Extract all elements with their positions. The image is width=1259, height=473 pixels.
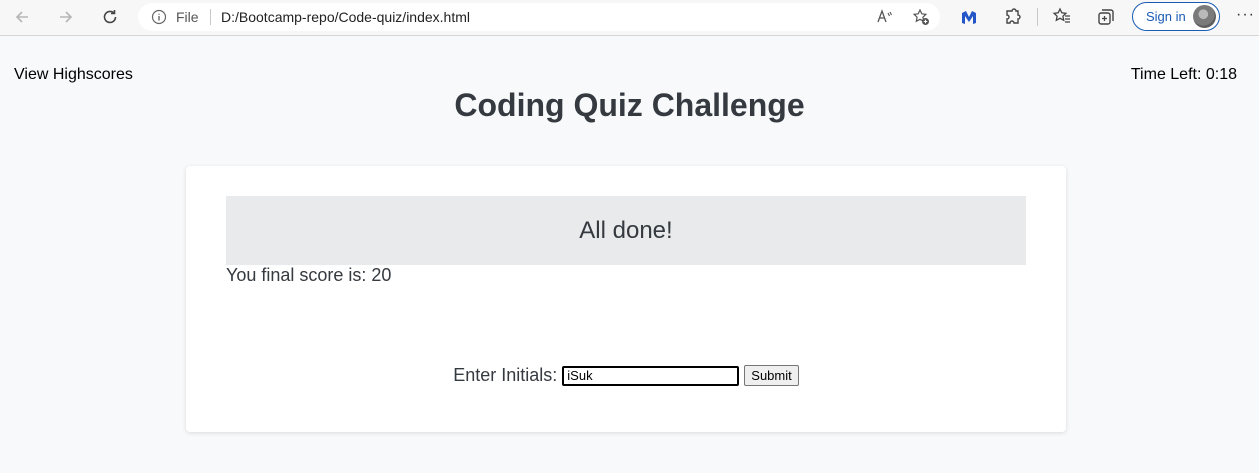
submit-button[interactable]: Submit [744, 365, 799, 386]
add-favorite-icon[interactable] [912, 8, 930, 26]
favorites-icon[interactable] [1052, 7, 1072, 27]
browser-toolbar: File D:/Bootcamp-repo/Code-quiz/index.ht… [0, 0, 1259, 36]
collections-icon[interactable] [1096, 7, 1116, 27]
refresh-button[interactable] [96, 5, 124, 29]
all-done-banner: All done! [226, 196, 1026, 265]
profile-avatar [1193, 5, 1216, 28]
info-icon[interactable] [151, 9, 167, 25]
malwarebytes-extension-icon[interactable] [959, 7, 979, 27]
extensions-icon[interactable] [1003, 7, 1023, 27]
initials-form: Enter Initials: Submit [186, 365, 1066, 386]
refresh-icon [103, 10, 117, 24]
page-title: Coding Quiz Challenge [454, 87, 805, 123]
sign-in-button[interactable]: Sign in [1132, 2, 1220, 31]
arrow-left-icon [15, 11, 28, 23]
address-bar[interactable]: File D:/Bootcamp-repo/Code-quiz/index.ht… [138, 3, 940, 31]
results-card: All done! You final score is: 20 Enter I… [186, 166, 1066, 432]
address-url[interactable]: D:/Bootcamp-repo/Code-quiz/index.html [221, 9, 470, 25]
time-left: Time Left: 0:18 [1130, 66, 1237, 83]
address-scheme: File [176, 9, 199, 25]
read-aloud-icon[interactable] [876, 8, 894, 26]
final-score: You final score is: 20 [226, 265, 392, 285]
view-highscores-link[interactable]: View Highscores [14, 66, 133, 84]
all-done-heading: All done! [579, 216, 673, 244]
toolbar-divider [1037, 8, 1038, 26]
address-divider [210, 9, 211, 25]
forward-button[interactable] [52, 5, 80, 29]
back-button[interactable] [8, 5, 36, 29]
initials-input[interactable] [562, 365, 740, 386]
more-options-icon[interactable]: ··· [1236, 6, 1255, 24]
arrow-right-icon [60, 11, 73, 23]
initials-label: Enter Initials: [453, 365, 558, 385]
sign-in-label: Sign in [1146, 9, 1186, 24]
